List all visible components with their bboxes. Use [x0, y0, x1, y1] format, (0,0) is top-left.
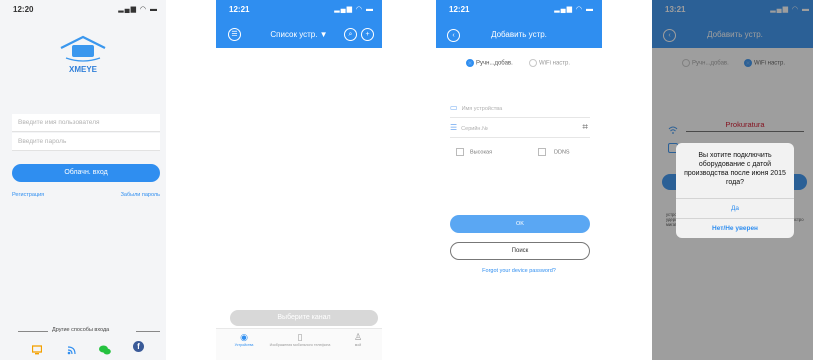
tab-label: Устройства [234, 343, 254, 347]
tab-label: мой [354, 343, 362, 347]
status-bar: 12:20 ▂▄▆ ◠ ▬ [0, 0, 166, 22]
logo-text: XMEYE [68, 65, 97, 74]
camera-icon: ◉ [240, 332, 248, 342]
wechat-login-icon[interactable] [99, 342, 111, 355]
wifi-config-screen: 13:21 ▂▄▆ ◠ ▬ ‹ Добавить устр. Ручн...до… [652, 0, 813, 360]
forgot-device-password-link[interactable]: Forgot your device password? [436, 268, 602, 274]
tab-label: Изображения мобильного телефона [269, 343, 331, 347]
radio-unselected-icon [529, 59, 537, 67]
dialog-yes-button[interactable]: Да [676, 198, 794, 219]
serial-number-input[interactable]: ☰ Серийн.№ ⌗ [450, 119, 590, 138]
ok-button[interactable]: OK [450, 215, 590, 233]
wifi-login-icon[interactable] [67, 342, 77, 355]
cloud-login-button[interactable]: Облачн. вход [12, 164, 160, 182]
bottom-tab-bar: ◉ Устройства ▯ Изображения мобильного те… [216, 328, 382, 360]
checkbox-label: DDNS [554, 149, 570, 156]
password-placeholder: Введите пароль [18, 138, 67, 145]
other-login-divider: Другие способы входа [18, 327, 160, 335]
status-bar: 12:21 ▂▄▆ ◠ ▬ [216, 0, 382, 22]
dialog-message: Вы хотите подключить оборудование с дато… [684, 152, 786, 186]
device-name-input[interactable]: ▭ Имя устройства [450, 99, 590, 118]
device-list-header: 12:21 ▂▄▆ ◠ ▬ ☰ Список устр. ▼ ⌕ + [216, 0, 382, 48]
select-channel-button[interactable]: Выберите канал [230, 310, 378, 326]
device-login-icon[interactable] [31, 342, 43, 355]
register-link[interactable]: Регистрация [12, 192, 44, 198]
tab-devices[interactable]: ◉ Устройства [220, 332, 268, 347]
add-device-title: Добавить устр. [491, 30, 547, 39]
checkbox-label: Высокая [470, 149, 493, 156]
serial-placeholder: Серийн.№ [461, 126, 488, 132]
status-time: 12:21 [449, 5, 470, 14]
device-name-placeholder: Имя устройства [461, 106, 503, 112]
password-input[interactable]: Введите пароль [12, 133, 160, 151]
radio-label: WiFi настр. [539, 60, 571, 67]
search-icon[interactable]: ⌕ [344, 28, 357, 41]
radio-manual-add[interactable]: Ручн...добав. [466, 59, 513, 67]
username-placeholder: Введите имя пользователя [18, 119, 100, 126]
phone-icon: ▯ [297, 332, 303, 342]
status-time: 12:20 [13, 5, 34, 14]
checkbox-ddns[interactable]: DDNS [538, 148, 570, 156]
monitor-icon: ▭ [450, 103, 458, 112]
search-button[interactable]: Поиск [450, 242, 590, 260]
username-input[interactable]: Введите имя пользователя [12, 114, 160, 132]
status-bar: 12:21 ▂▄▆ ◠ ▬ [436, 0, 602, 22]
login-screen: 12:20 ▂▄▆ ◠ ▬ XMEYE Введите имя пользова… [0, 0, 166, 360]
tab-phone-images[interactable]: ▯ Изображения мобильного телефона [262, 332, 338, 347]
add-icon[interactable]: + [361, 28, 374, 41]
add-device-screen: 12:21 ▂▄▆ ◠ ▬ ‹ Добавить устр. Ручн...до… [436, 0, 602, 360]
other-login-label: Другие способы входа [52, 327, 110, 333]
device-list-screen: 12:21 ▂▄▆ ◠ ▬ ☰ Список устр. ▼ ⌕ + Выбер… [216, 0, 382, 360]
tab-my[interactable]: ♙ мой [336, 332, 380, 347]
qr-scan-icon[interactable]: ⌗ [582, 119, 588, 137]
radio-label: Ручн...добав. [476, 60, 513, 67]
status-time: 12:21 [229, 5, 250, 14]
radio-selected-icon [466, 59, 474, 67]
xmeye-logo [58, 34, 108, 66]
status-icons: ▂▄▆ ◠ ▬ [554, 6, 594, 13]
checkbox-icon [456, 148, 464, 156]
device-list-title[interactable]: Список устр. ▼ [216, 30, 382, 39]
forgot-password-link[interactable]: Забыли пароль [121, 192, 160, 198]
checkbox-high[interactable]: Высокая [456, 148, 492, 156]
add-device-header: 12:21 ▂▄▆ ◠ ▬ ‹ Добавить устр. [436, 0, 602, 48]
facebook-login-icon[interactable]: f [133, 341, 144, 352]
list-icon: ☰ [450, 123, 458, 132]
checkbox-icon [538, 148, 546, 156]
status-icons: ▂▄▆ ◠ ▬ [334, 6, 374, 13]
status-icons: ▂▄▆ ◠ ▬ [118, 6, 158, 13]
radio-wifi-setup[interactable]: WiFi настр. [529, 59, 570, 67]
dialog-no-button[interactable]: Нет/Не уверен [676, 218, 794, 238]
person-icon: ♙ [353, 332, 363, 342]
confirm-dialog: Вы хотите подключить оборудование с дато… [676, 143, 794, 238]
